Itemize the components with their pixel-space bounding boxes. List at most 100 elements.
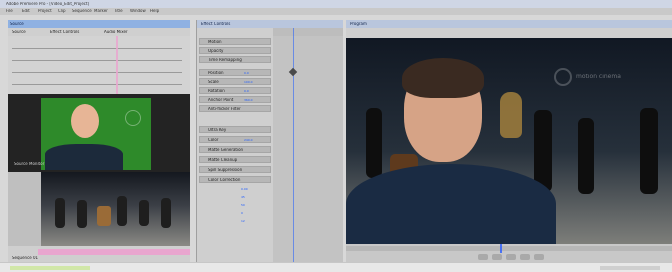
program-subject-shirt <box>346 164 556 244</box>
effect-row-anchor-label: Anchor Point <box>208 98 234 102</box>
effect-row-position-label: Position <box>208 71 224 75</box>
effect-row-position-value[interactable]: 0.0 <box>244 72 270 75</box>
effect-row-scale[interactable]: Scale 100.0 <box>199 78 271 85</box>
left-bottom-strip: Sequence 01 <box>8 246 190 262</box>
menu-sequence[interactable]: Sequence <box>72 9 92 13</box>
value-4[interactable]: 0 <box>241 212 267 215</box>
menu-title[interactable]: Title <box>114 9 128 13</box>
value-1[interactable]: 0.00 <box>241 188 267 191</box>
effect-row-anti-flicker-label: Anti-flicker Filter <box>208 107 241 111</box>
effect-row-ultra-key-label: Ultra Key <box>208 128 227 132</box>
effect-row-position[interactable]: Position 0.0 <box>199 69 271 76</box>
export-button[interactable] <box>534 254 544 260</box>
timeline-bottom-clip[interactable] <box>38 249 190 255</box>
program-watermark: motion cinema <box>576 74 621 80</box>
menu-marker[interactable]: Marker <box>94 9 112 13</box>
left-panel-header-label: Source <box>10 22 24 26</box>
effect-row-opacity-label: Opacity <box>208 49 224 53</box>
bottom-strip <box>0 262 672 272</box>
musician-1 <box>55 198 65 228</box>
source-monitor-watermark <box>125 110 141 126</box>
effect-row-scale-value[interactable]: 100.0 <box>244 81 270 84</box>
effect-row-color-value[interactable]: 240.0 <box>244 139 270 142</box>
menu-clip[interactable]: Clip <box>58 9 70 13</box>
tab-effect-controls[interactable]: Effect Controls <box>50 30 100 34</box>
track-line-1 <box>12 48 182 49</box>
effect-row-spill-suppression-label: Spill Suppression <box>208 168 243 172</box>
source-monitor-label: Source Monitor <box>14 162 45 166</box>
play-button[interactable] <box>492 254 502 260</box>
status-indicator <box>10 266 90 270</box>
timeline-ruler[interactable] <box>346 246 672 251</box>
source-monitor[interactable] <box>41 98 151 170</box>
program-watermark-icon <box>554 68 572 86</box>
effect-row-motion[interactable]: Motion <box>199 38 271 45</box>
effect-row-matte-generation-label: Matte Generation <box>208 148 244 152</box>
title-bar: Adobe Premiere Pro - [Video_Edit_Project… <box>0 0 672 8</box>
timeline-preview[interactable] <box>41 172 190 246</box>
effect-row-matte-generation[interactable]: Matte Generation <box>199 146 271 153</box>
center-panel-header: Effect Controls <box>197 20 343 28</box>
effect-playhead[interactable] <box>293 28 294 262</box>
value-2[interactable]: 45 <box>241 196 267 199</box>
menu-window[interactable]: Window <box>130 9 148 13</box>
prev-button[interactable] <box>478 254 488 260</box>
next-button[interactable] <box>506 254 516 260</box>
program-musician-2 <box>534 110 552 192</box>
program-monitor[interactable]: motion cinema <box>346 38 672 244</box>
program-musician-3 <box>578 118 594 194</box>
effect-row-rotation[interactable]: Rotation 0.0 <box>199 87 271 94</box>
left-panel: Source Source Effect Controls Audio Mixe… <box>8 20 190 262</box>
tab-source[interactable]: Source <box>12 30 46 34</box>
effect-row-anchor[interactable]: Anchor Point 360.0 <box>199 96 271 103</box>
menu-project[interactable]: Project <box>38 9 56 13</box>
menu-file[interactable]: File <box>6 9 20 13</box>
effect-row-ultra-key[interactable]: Ultra Key <box>199 126 271 133</box>
right-panel: Program motion cinema <box>346 20 672 262</box>
effect-row-color-correction[interactable]: Color Correction <box>199 176 271 183</box>
value-5[interactable]: 12 <box>241 220 267 223</box>
effect-row-motion-label: Motion <box>208 40 222 44</box>
subject-head <box>71 104 99 138</box>
track-area <box>8 36 190 94</box>
program-musician-4 <box>640 108 658 194</box>
track-line-4 <box>12 84 182 85</box>
menu-help[interactable]: Help <box>150 9 164 13</box>
right-panel-title: Program <box>350 22 367 26</box>
effect-ruler <box>273 28 343 36</box>
effect-row-spill-suppression[interactable]: Spill Suppression <box>199 166 271 173</box>
center-panel-title: Effect Controls <box>201 22 231 26</box>
menu-bar: File Edit Project Clip Sequence Marker T… <box>0 8 672 15</box>
center-panel: Effect Controls Motion Opacity Time Rema… <box>196 20 343 262</box>
program-musician-1 <box>366 108 382 178</box>
source-monitor-frame: Source Monitor <box>8 94 190 172</box>
effect-row-scale-label: Scale <box>208 80 219 84</box>
playhead[interactable] <box>500 244 502 253</box>
effect-row-color-correction-label: Color Correction <box>208 178 241 182</box>
effect-row-rotation-value[interactable]: 0.0 <box>244 90 270 93</box>
effect-row-color[interactable]: Color 240.0 <box>199 136 271 143</box>
loop-button[interactable] <box>520 254 530 260</box>
left-panel-header: Source <box>8 20 190 28</box>
program-idol <box>500 92 522 138</box>
effect-graph-bg <box>273 36 343 262</box>
menu-edit[interactable]: Edit <box>22 9 36 13</box>
effect-row-time-remap[interactable]: Time Remapping <box>199 56 271 63</box>
effect-row-time-remap-label: Time Remapping <box>208 58 242 62</box>
effect-row-opacity[interactable]: Opacity <box>199 47 271 54</box>
status-scroll[interactable] <box>600 266 660 270</box>
musician-4 <box>139 200 149 226</box>
effect-row-anchor-value[interactable]: 360.0 <box>244 99 270 102</box>
track-playhead[interactable] <box>116 36 118 94</box>
app-title: Adobe Premiere Pro - [Video_Edit_Project… <box>6 2 90 6</box>
program-subject-hair <box>402 58 484 98</box>
musician-3 <box>117 196 127 226</box>
effect-row-rotation-label: Rotation <box>208 89 225 93</box>
transport-bar <box>346 244 672 262</box>
subject-shoulders <box>45 144 123 170</box>
value-3[interactable]: 50 <box>241 204 267 207</box>
tab-audio-mixer[interactable]: Audio Mixer <box>104 30 152 34</box>
effect-row-anti-flicker[interactable]: Anti-flicker Filter <box>199 105 271 112</box>
track-line-2 <box>12 60 182 61</box>
effect-row-matte-cleanup[interactable]: Matte Cleanup <box>199 156 271 163</box>
